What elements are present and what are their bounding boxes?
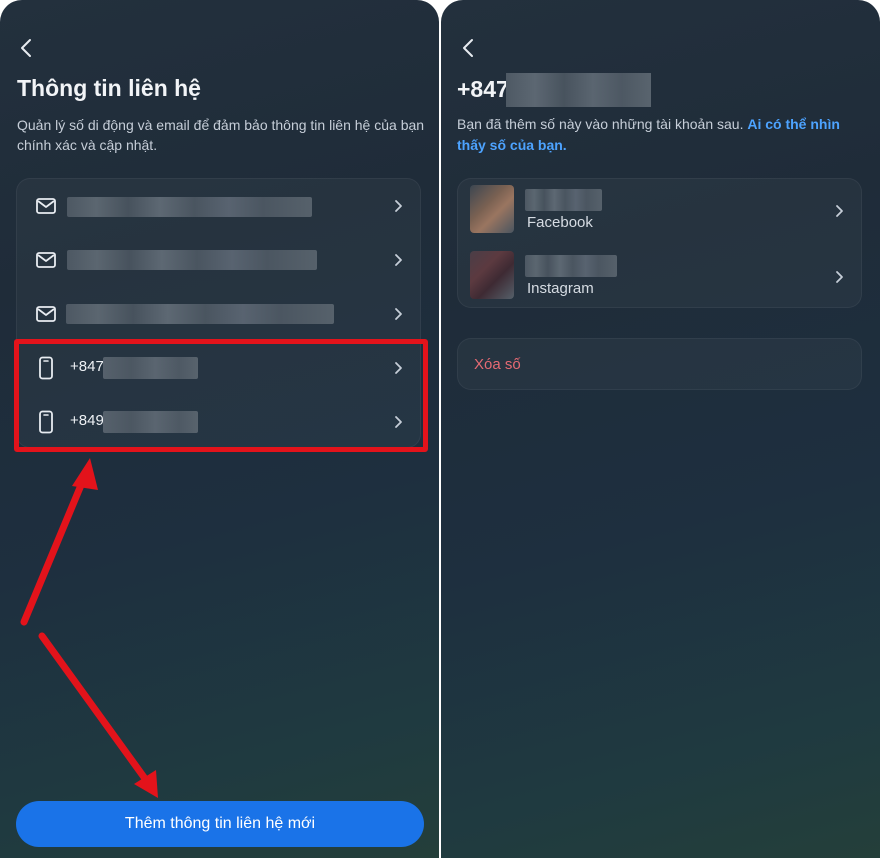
redacted-phone [506,73,651,107]
phone-icon [34,356,58,380]
delete-number-label: Xóa số [474,356,521,373]
phone-number: +849 [70,412,104,429]
chevron-right-icon [832,270,846,284]
contact-list: +847 +849 [16,178,421,448]
mail-icon [34,302,58,326]
account-platform: Facebook [527,214,593,231]
phone-detail-screen: +847 Bạn đã thêm số này vào những tài kh… [441,0,880,858]
page-title: Thông tin liên hệ [17,75,201,101]
redacted-email [67,250,317,270]
chevron-right-icon [832,204,846,218]
redacted-phone [103,411,198,433]
phone-icon [34,410,58,434]
chevron-right-icon [391,253,405,267]
annotation-arrow-up [20,458,98,626]
redacted-email [66,304,334,324]
avatar [470,251,514,299]
add-contact-button[interactable]: Thêm thông tin liên hệ mới [16,801,424,847]
back-button[interactable] [12,34,40,62]
email-row-3[interactable] [17,287,420,341]
redacted-email [67,197,312,217]
page-description: Quản lý số di động và email để đảm bảo t… [17,117,425,153]
back-button[interactable] [454,34,482,62]
chevron-right-icon [391,415,405,429]
redacted-account-name [525,189,602,211]
redacted-phone [103,357,198,379]
chevron-left-icon [21,39,31,57]
delete-number-button[interactable]: Xóa số [457,338,862,390]
chevron-right-icon [391,307,405,321]
mail-icon [34,248,58,272]
redacted-account-name [525,255,617,277]
contact-info-screen: Thông tin liên hệ Quản lý số di động và … [0,0,439,858]
phone-title: +847 [457,76,509,102]
account-row-facebook[interactable]: Facebook [458,179,861,244]
description-text: Bạn đã thêm số này vào những tài khoản s… [457,116,744,132]
email-row-1[interactable] [17,179,420,233]
linked-accounts-list: Facebook Instagram [457,178,862,308]
chevron-left-icon [463,39,473,57]
chevron-right-icon [391,199,405,213]
phone-number: +847 [70,358,104,375]
mail-icon [34,194,58,218]
accounts-description: Bạn đã thêm số này vào những tài khoản s… [457,114,867,156]
account-row-instagram[interactable]: Instagram [458,245,861,307]
account-platform: Instagram [527,280,594,297]
phone-row-1[interactable]: +847 [17,341,420,395]
email-row-2[interactable] [17,233,420,287]
phone-row-2[interactable]: +849 [17,395,420,447]
avatar [470,185,514,233]
annotation-arrow-down [38,632,158,798]
chevron-right-icon [391,361,405,375]
